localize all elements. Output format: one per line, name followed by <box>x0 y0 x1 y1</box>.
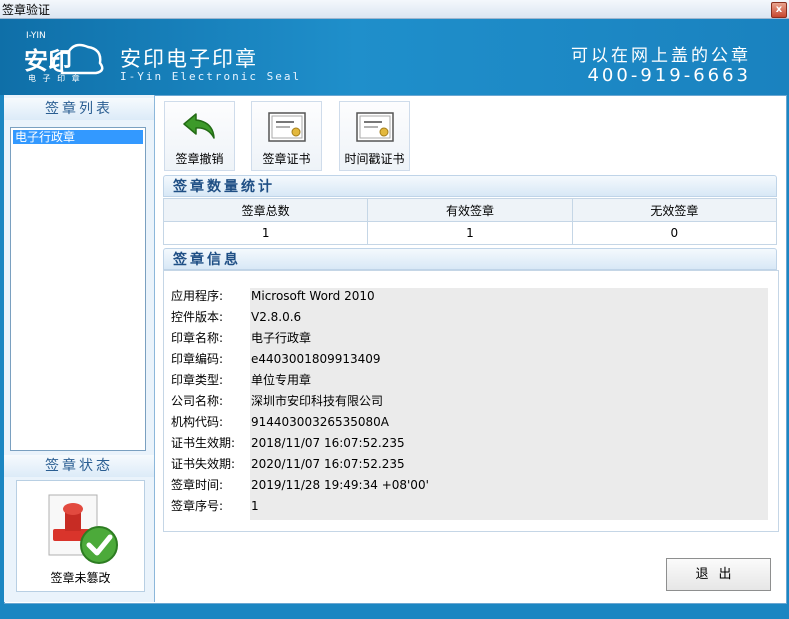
value-invalid: 0 <box>571 221 778 245</box>
logo-bottom-text: 电 子 印 章 <box>28 74 82 83</box>
info-row: 机构代码: 91440300326535080A <box>171 412 389 433</box>
info-key: 证书失效期: <box>171 457 236 471</box>
header-valid: 有效签章 <box>367 198 573 222</box>
header-invalid: 无效签章 <box>571 198 778 222</box>
seal-status-text: 签章未篡改 <box>50 571 111 585</box>
info-value: 2019/11/28 19:49:34 +08'00' <box>251 478 429 492</box>
info-key: 签章时间: <box>171 478 224 492</box>
title-bar: 签章验证 x <box>0 0 789 19</box>
info-row: 证书生效期: 2018/11/07 16:07:52.235 <box>171 433 405 454</box>
revoke-seal-label: 签章撤销 <box>175 152 224 166</box>
info-section-title: 签章信息 <box>163 248 777 270</box>
logo: I-YIN 安印 电 子 印 章 <box>22 31 110 87</box>
undo-arrow-icon <box>182 113 215 139</box>
exit-button[interactable]: 退出 <box>666 558 771 591</box>
info-key: 签章序号: <box>171 499 224 513</box>
info-value: 深圳市安印科技有限公司 <box>251 394 384 408</box>
info-value: Microsoft Word 2010 <box>251 289 375 303</box>
info-key: 应用程序: <box>171 289 224 303</box>
info-row: 签章时间: 2019/11/28 19:49:34 +08'00' <box>171 475 429 496</box>
seal-list[interactable]: 电子行政章 <box>10 127 146 451</box>
info-value: 1 <box>251 499 259 513</box>
value-total: 1 <box>162 221 369 245</box>
timestamp-certificate-button[interactable]: 时间戳证书 <box>339 101 410 171</box>
close-button[interactable]: x <box>771 2 787 18</box>
seal-status-panel: 签章未篡改 <box>16 480 145 592</box>
info-row: 应用程序: Microsoft Word 2010 <box>171 286 375 307</box>
info-value: 单位专用章 <box>251 373 312 387</box>
timestamp-certificate-label: 时间戳证书 <box>344 152 405 166</box>
info-row: 控件版本: V2.8.0.6 <box>171 307 301 328</box>
info-key: 机构代码: <box>171 415 224 429</box>
info-key: 证书生效期: <box>171 436 236 450</box>
list-item[interactable]: 电子行政章 <box>13 130 143 144</box>
info-row: 签章序号: 1 <box>171 496 259 517</box>
info-row: 证书失效期: 2020/11/07 16:07:52.235 <box>171 454 405 475</box>
close-icon: x <box>775 4 783 15</box>
info-value: 91440300326535080A <box>251 415 389 429</box>
seal-list-title: 签章列表 <box>4 98 154 120</box>
revoke-seal-button[interactable]: 签章撤销 <box>164 101 235 171</box>
logo-top-text: I-YIN <box>26 31 46 41</box>
stats-section-title: 签章数量统计 <box>163 175 777 197</box>
logo-main-text: 安印 <box>24 47 72 75</box>
stamp-verified-icon <box>48 494 118 564</box>
brand-name-en: I-Yin Electronic Seal <box>120 70 302 83</box>
seal-certificate-button[interactable]: 签章证书 <box>251 101 322 171</box>
info-value: 2018/11/07 16:07:52.235 <box>251 436 405 450</box>
window-title: 签章验证 <box>2 3 51 17</box>
info-row: 印章名称: 电子行政章 <box>171 328 311 349</box>
info-value: V2.8.0.6 <box>251 310 302 324</box>
seal-certificate-label: 签章证书 <box>262 152 311 166</box>
certificate-icon <box>355 112 394 142</box>
info-value: 电子行政章 <box>251 331 312 345</box>
value-valid: 1 <box>367 221 573 245</box>
info-key: 印章编码: <box>171 352 224 366</box>
phone-number: 400-919-6663 <box>587 65 751 86</box>
info-key: 印章名称: <box>171 331 224 345</box>
info-key: 控件版本: <box>171 310 224 324</box>
slogan: 可以在网上盖的公章 <box>571 46 751 66</box>
info-row: 公司名称: 深圳市安印科技有限公司 <box>171 391 383 412</box>
header-banner: I-YIN 安印 电 子 印 章 安印电子印章 I-Yin Electronic… <box>0 19 789 95</box>
certificate-icon <box>267 112 306 142</box>
info-row: 印章类型: 单位专用章 <box>171 370 311 391</box>
info-key: 印章类型: <box>171 373 224 387</box>
info-value: 2020/11/07 16:07:52.235 <box>251 457 405 471</box>
stats-table: 签章总数 有效签章 无效签章 1 1 0 <box>162 198 778 245</box>
header-total: 签章总数 <box>162 198 369 222</box>
info-value: e4403001809913409 <box>251 352 381 366</box>
info-row: 印章编码: e4403001809913409 <box>171 349 381 370</box>
brand-name: 安印电子印章 <box>120 47 258 71</box>
info-key: 公司名称: <box>171 394 224 408</box>
seal-status-title: 签章状态 <box>4 455 154 477</box>
